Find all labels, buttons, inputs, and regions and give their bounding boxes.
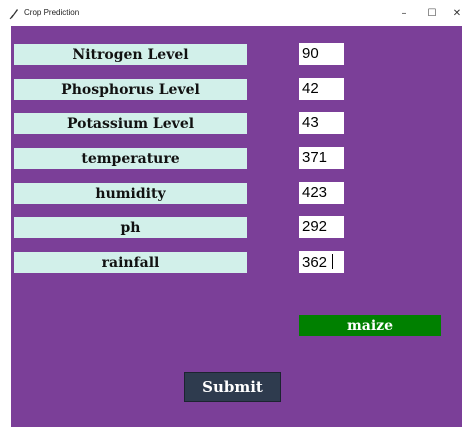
potassium-label: Potassium Level	[14, 113, 247, 134]
nitrogen-input[interactable]	[299, 43, 344, 65]
rainfall-input[interactable]: 362	[299, 251, 344, 273]
temperature-label: temperature	[14, 148, 247, 169]
window-title: Crop Prediction	[24, 8, 80, 17]
app-window: Crop Prediction – ☐ ✕ Nitrogen Level Pho…	[0, 0, 462, 427]
humidity-label: humidity	[14, 183, 247, 204]
title-bar: Crop Prediction – ☐ ✕	[0, 0, 462, 26]
phosphorus-input[interactable]	[299, 78, 344, 100]
text-cursor	[332, 254, 334, 269]
ph-input[interactable]	[299, 216, 344, 238]
rainfall-value: 362	[302, 254, 328, 271]
prediction-result: maize	[299, 315, 441, 336]
temperature-input[interactable]	[299, 147, 344, 169]
maximize-button[interactable]: ☐	[421, 4, 443, 22]
ph-label: ph	[14, 217, 247, 238]
minimize-button[interactable]: –	[393, 4, 415, 22]
phosphorus-label: Phosphorus Level	[14, 79, 247, 100]
feather-icon	[8, 7, 20, 20]
close-button[interactable]: ✕	[446, 4, 462, 22]
form-panel: Nitrogen Level Phosphorus Level Potassiu…	[11, 26, 462, 427]
nitrogen-label: Nitrogen Level	[14, 44, 247, 65]
submit-button[interactable]: Submit	[184, 372, 281, 402]
humidity-input[interactable]	[299, 182, 344, 204]
rainfall-label: rainfall	[14, 252, 247, 273]
potassium-input[interactable]	[299, 112, 344, 134]
